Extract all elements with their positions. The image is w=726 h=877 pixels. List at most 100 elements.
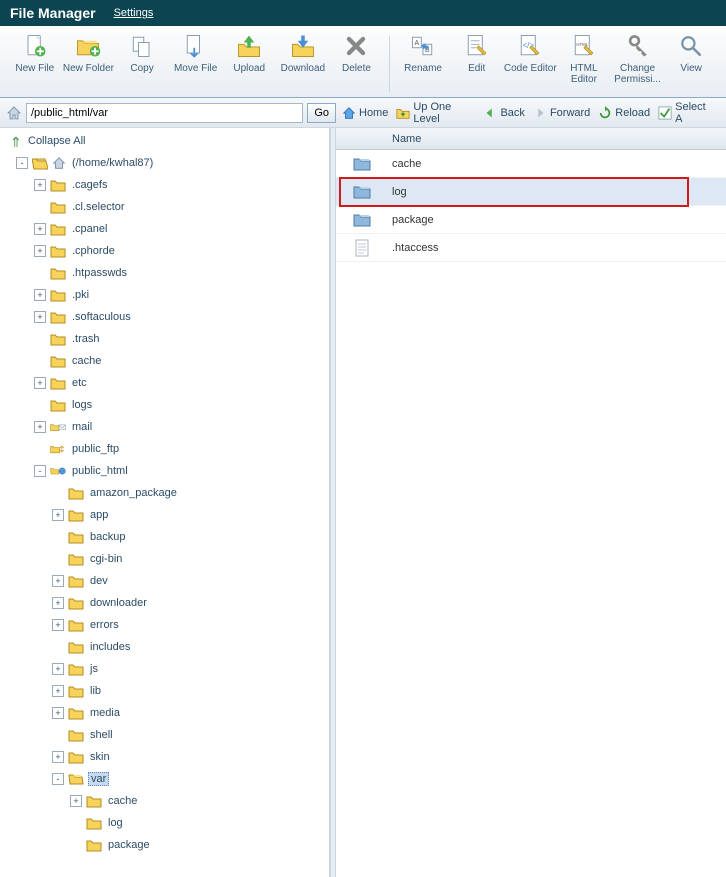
tree-item-public_ftp[interactable]: public_ftp [10,438,325,460]
toolbar-copy[interactable]: Copy [115,32,169,74]
tree-item-lib[interactable]: +lib [10,680,325,702]
toolbar-html-editor[interactable]: HTMLHTML Editor [557,32,611,85]
file-row-package[interactable]: package [336,206,726,234]
file-row-log[interactable]: log [336,178,726,206]
file-row-cache[interactable]: cache [336,150,726,178]
tree-item-package[interactable]: package [10,834,325,856]
nav-back[interactable]: Back [483,106,524,120]
expand-toggle[interactable]: + [52,509,64,521]
toolbar-download[interactable]: Download [276,32,330,74]
tree-item-var[interactable]: -var [10,768,325,790]
expand-toggle[interactable]: + [34,377,46,389]
settings-link[interactable]: Settings [114,7,154,19]
toolbar-view[interactable]: View [664,32,718,74]
folder-icon [68,508,84,522]
folder-icon [86,838,102,852]
tree-item-.pki[interactable]: +.pki [10,284,325,306]
folder-icon [50,398,66,412]
toolbar-label: HTML Editor [557,63,611,85]
tree-item-backup[interactable]: backup [10,526,325,548]
tree-item-.trash[interactable]: .trash [10,328,325,350]
toolbar-code-editor[interactable]: </>Code Editor [503,32,557,74]
toolbar-perms[interactable]: Change Permissi... [611,32,665,85]
collapse-all[interactable]: ⇑ Collapse All [10,134,325,148]
tree-item-cache[interactable]: cache [10,350,325,372]
expand-toggle[interactable]: + [34,421,46,433]
folder-icon [50,376,66,390]
expand-toggle[interactable]: + [52,685,64,697]
nav-home[interactable]: Home [342,106,388,120]
folder-icon [50,310,66,324]
tree-item-includes[interactable]: includes [10,636,325,658]
nav-up-one-level[interactable]: Up One Level [396,101,475,125]
tree-item-mail[interactable]: +mail [10,416,325,438]
path-input[interactable] [26,103,303,123]
toolbar-label: New File [15,63,54,74]
tree-item-cache[interactable]: +cache [10,790,325,812]
tree-item-errors[interactable]: +errors [10,614,325,636]
folder-icon [50,354,66,368]
tree-item-js[interactable]: +js [10,658,325,680]
expand-toggle[interactable]: - [52,773,64,785]
toolbar-rename[interactable]: ABRename [396,32,450,74]
expand-toggle[interactable]: + [34,245,46,257]
toolbar-label: View [680,63,702,74]
tree-label: cache [70,355,103,367]
tree-item-.cphorde[interactable]: +.cphorde [10,240,325,262]
tree-root[interactable]: - (/home/kwhal87) [10,152,325,174]
tree-item-shell[interactable]: shell [10,724,325,746]
tree-item-log[interactable]: log [10,812,325,834]
tree-item-dev[interactable]: +dev [10,570,325,592]
column-name[interactable]: Name [388,133,726,145]
toolbar-edit[interactable]: Edit [450,32,504,74]
expand-toggle [52,487,64,499]
folder-icon [68,618,84,632]
tree-label: public_html [70,465,130,477]
toolbar-new-file[interactable]: New File [8,32,62,74]
expand-toggle[interactable]: + [52,707,64,719]
expand-toggle[interactable]: - [34,465,46,477]
tree-label: amazon_package [88,487,179,499]
home-icon[interactable] [6,105,22,121]
tree-item-logs[interactable]: logs [10,394,325,416]
expand-toggle[interactable]: + [52,575,64,587]
folder-icon [50,178,66,192]
tree-item-etc[interactable]: +etc [10,372,325,394]
tree-item-app[interactable]: +app [10,504,325,526]
file-row-.htaccess[interactable]: .htaccess [336,234,726,262]
expand-toggle[interactable]: + [52,751,64,763]
folder-icon [50,222,66,236]
expand-toggle[interactable]: - [16,157,28,169]
expand-toggle[interactable]: + [34,223,46,235]
tree-item-.cl.selector[interactable]: .cl.selector [10,196,325,218]
toolbar-move-file[interactable]: Move File [169,32,223,74]
nav-reload[interactable]: Reload [598,106,650,120]
tree-item-.htpasswds[interactable]: .htpasswds [10,262,325,284]
expand-toggle[interactable]: + [34,179,46,191]
folder-icon [68,706,84,720]
expand-toggle[interactable]: + [70,795,82,807]
expand-toggle[interactable]: + [52,619,64,631]
tree-item-media[interactable]: +media [10,702,325,724]
tree-item-.cagefs[interactable]: +.cagefs [10,174,325,196]
tree-item-public_html[interactable]: - public_html [10,460,325,482]
nav-select-all[interactable]: Select A [658,101,712,125]
toolbar-new-folder[interactable]: New Folder [62,32,116,74]
toolbar-separator [389,36,390,92]
tree-item-skin[interactable]: +skin [10,746,325,768]
toolbar-upload[interactable]: Upload [222,32,276,74]
toolbar-delete[interactable]: Delete [330,32,384,74]
go-button[interactable]: Go [307,103,336,123]
home-icon [52,156,66,170]
nav-forward[interactable]: Forward [533,106,590,120]
mail-icon [50,420,66,434]
tree-item-amazon_package[interactable]: amazon_package [10,482,325,504]
tree-item-downloader[interactable]: +downloader [10,592,325,614]
expand-toggle[interactable]: + [52,597,64,609]
tree-item-.softaculous[interactable]: +.softaculous [10,306,325,328]
tree-item-cgi-bin[interactable]: cgi-bin [10,548,325,570]
expand-toggle[interactable]: + [34,311,46,323]
expand-toggle[interactable]: + [34,289,46,301]
expand-toggle[interactable]: + [52,663,64,675]
tree-item-.cpanel[interactable]: +.cpanel [10,218,325,240]
